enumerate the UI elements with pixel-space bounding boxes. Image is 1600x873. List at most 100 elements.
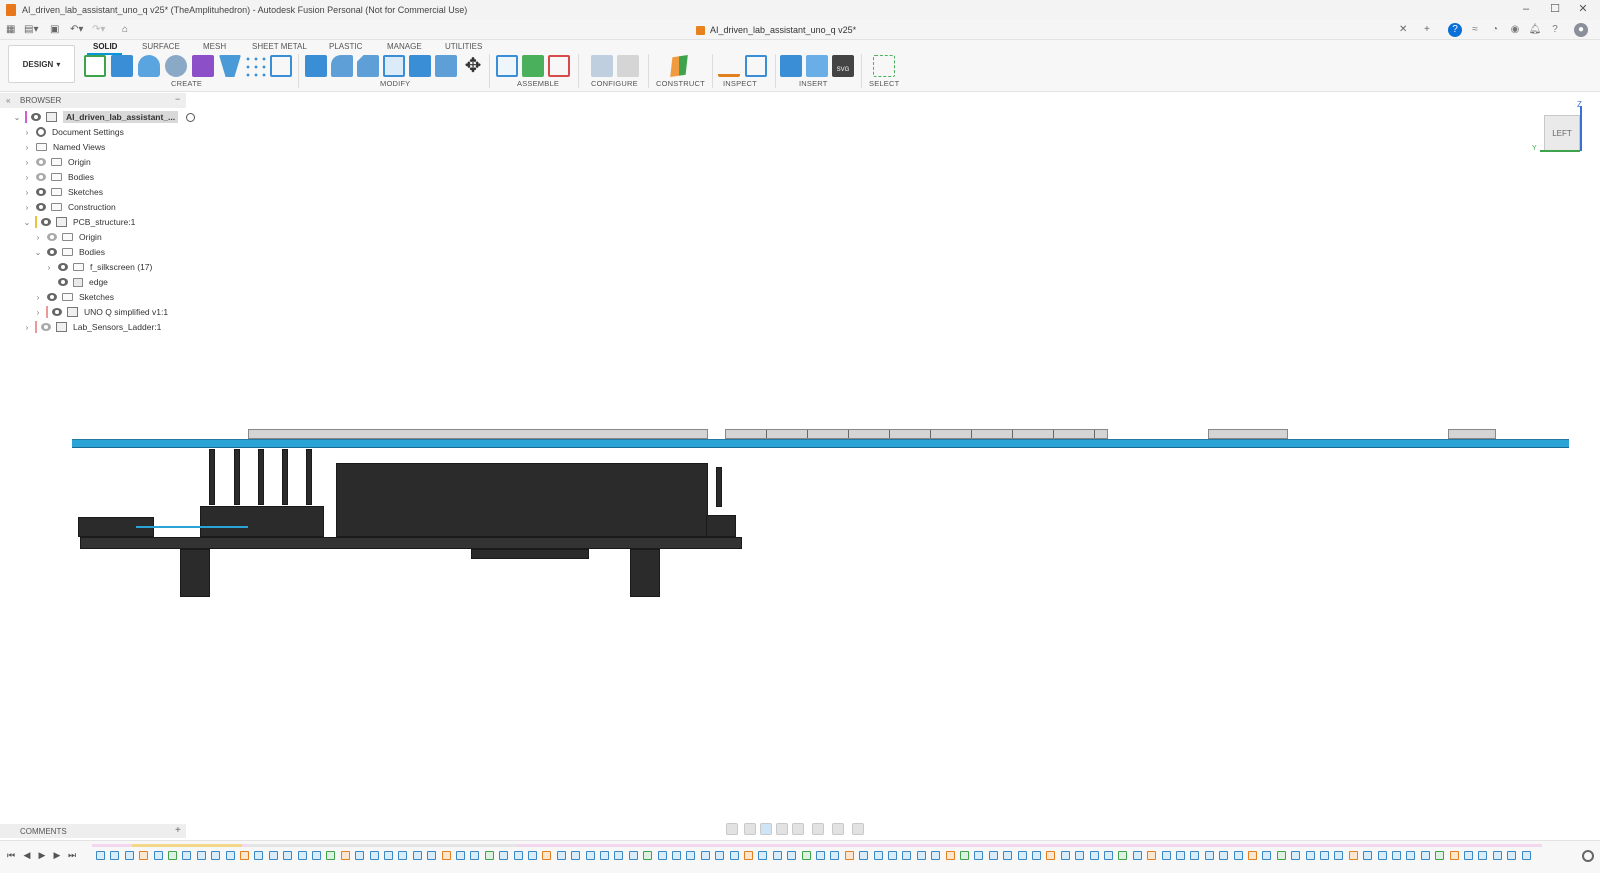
chevron-down-icon[interactable]: ⌄ <box>22 218 32 227</box>
timeline-feature-icon[interactable] <box>1118 851 1128 860</box>
timeline-feature-icon[interactable] <box>1147 851 1157 860</box>
timeline-feature-icon[interactable] <box>1291 851 1301 860</box>
model-viewport[interactable] <box>0 93 1600 823</box>
timeline-feature-icon[interactable] <box>1334 851 1344 860</box>
tree-item-pcb-structure[interactable]: ⌄ PCB_structure:1 <box>22 215 135 229</box>
new-component-icon[interactable] <box>496 55 518 77</box>
tree-item-edge[interactable]: edge <box>54 275 108 289</box>
tree-item-named-views[interactable]: › Named Views <box>22 140 106 154</box>
timeline-feature-icon[interactable] <box>988 851 998 860</box>
tab-plastic[interactable]: PLASTIC <box>329 42 362 51</box>
insert-derive-icon[interactable] <box>780 55 802 77</box>
help-blue-icon[interactable]: ? <box>1448 23 1462 37</box>
tree-item-uno-q[interactable]: › UNO Q simplified v1:1 <box>33 305 168 319</box>
timeline-feature-icon[interactable] <box>830 851 840 860</box>
collapse-panel-icon[interactable]: « <box>6 96 10 105</box>
timeline-feature-icon[interactable] <box>1478 851 1488 860</box>
timeline-feature-icon[interactable] <box>153 851 163 860</box>
timeline-feature-icon[interactable] <box>283 851 293 860</box>
timeline-feature-icon[interactable] <box>1435 851 1445 860</box>
grid-snaps-icon[interactable] <box>832 823 844 835</box>
save-icon[interactable]: ▣ <box>50 23 59 37</box>
redo-icon[interactable]: ↷▾ <box>92 23 105 37</box>
timeline-feature-icon[interactable] <box>844 851 854 860</box>
timeline-feature-icon[interactable] <box>686 851 696 860</box>
timeline-feature-icon[interactable] <box>1017 851 1027 860</box>
timeline-feature-icon[interactable] <box>441 851 451 860</box>
offset-plane-icon[interactable] <box>670 55 688 77</box>
timeline-feature-icon[interactable] <box>801 851 811 860</box>
timeline-feature-icon[interactable] <box>859 851 869 860</box>
extrude-icon[interactable] <box>111 55 133 77</box>
tab-manage[interactable]: MANAGE <box>387 42 422 51</box>
timeline-feature-icon[interactable] <box>715 851 725 860</box>
visibility-eye-icon[interactable] <box>30 113 42 121</box>
tree-root[interactable]: ⌄ AI_driven_lab_assistant_... <box>12 110 196 124</box>
timeline-feature-icon[interactable] <box>312 851 321 860</box>
help-icon[interactable]: ? <box>1548 23 1562 37</box>
display-settings-icon[interactable] <box>812 823 824 835</box>
timeline-feature-icon[interactable] <box>1046 851 1056 860</box>
measure-icon[interactable] <box>718 55 740 77</box>
visibility-eye-icon[interactable] <box>40 218 52 226</box>
joint-icon[interactable] <box>522 55 544 77</box>
view-cube-face[interactable]: LEFT <box>1552 129 1572 138</box>
close-tab-icon[interactable]: ✕ <box>1399 23 1407 37</box>
timeline-feature-icon[interactable] <box>268 851 278 860</box>
timeline-feature-icon[interactable] <box>614 851 624 860</box>
timeline-start-icon[interactable]: ⏮ <box>6 850 16 860</box>
timeline-feature-icon[interactable] <box>772 851 782 860</box>
timeline-feature-icon[interactable] <box>600 851 609 860</box>
timeline-feature-icon[interactable] <box>355 851 365 860</box>
timeline-feature-icon[interactable] <box>456 851 465 860</box>
chevron-right-icon[interactable]: › <box>22 143 32 152</box>
configure-icon[interactable] <box>591 55 613 77</box>
tab-utilities[interactable]: UTILITIES <box>445 42 482 51</box>
timeline-feature-icon[interactable] <box>729 851 739 860</box>
timeline-feature-icon[interactable] <box>1363 851 1373 860</box>
visibility-eye-icon[interactable] <box>46 233 58 241</box>
visibility-eye-icon[interactable] <box>35 173 47 181</box>
timeline-feature-icon[interactable] <box>139 851 149 860</box>
chevron-down-icon[interactable]: ⌄ <box>33 248 43 257</box>
online-icon[interactable]: ◉ <box>1508 23 1522 37</box>
as-built-joint-icon[interactable] <box>548 55 570 77</box>
group-inspect-label[interactable]: INSPECT <box>723 79 757 88</box>
timeline-feature-icon[interactable] <box>816 851 825 860</box>
timeline-feature-icon[interactable] <box>513 851 523 860</box>
tab-solid[interactable]: SOLID <box>93 42 117 51</box>
timeline-feature-icon[interactable] <box>1176 851 1185 860</box>
group-create-label[interactable]: CREATE <box>171 79 202 88</box>
chevron-right-icon[interactable]: › <box>33 308 43 317</box>
timeline-feature-icon[interactable] <box>556 851 566 860</box>
timeline-feature-icon[interactable] <box>369 851 379 860</box>
timeline-feature-icon[interactable] <box>902 851 912 860</box>
job-status-icon[interactable]: ◔ <box>1488 23 1502 37</box>
visibility-eye-icon[interactable] <box>46 293 58 301</box>
visibility-eye-icon[interactable] <box>35 203 47 211</box>
tab-sheet-metal[interactable]: SHEET METAL <box>252 42 307 51</box>
minimize-icon[interactable]: – <box>1519 2 1533 16</box>
group-modify-label[interactable]: MODIFY <box>380 79 410 88</box>
timeline-feature-icon[interactable] <box>528 851 537 860</box>
timeline-back-icon[interactable]: ◀ <box>22 850 32 860</box>
workspace-switcher-button[interactable]: DESIGN ▾ <box>8 45 75 83</box>
timeline-feature-icon[interactable] <box>1492 851 1502 860</box>
timeline-feature-icon[interactable] <box>225 851 235 860</box>
chevron-right-icon[interactable]: › <box>44 263 54 272</box>
visibility-eye-icon[interactable] <box>35 188 47 196</box>
orbit-icon[interactable] <box>726 823 738 835</box>
timeline-feature-icon[interactable] <box>398 851 408 860</box>
timeline-feature-icon[interactable] <box>1377 851 1387 860</box>
timeline-feature-icon[interactable] <box>340 851 350 860</box>
uno-q-side-connector[interactable] <box>706 515 736 537</box>
create-sketch-icon[interactable] <box>84 55 106 77</box>
timeline-feature-icon[interactable] <box>657 851 667 860</box>
chevron-right-icon[interactable]: › <box>22 173 32 182</box>
timeline-feature-icon[interactable] <box>931 851 941 860</box>
timeline-feature-icon[interactable] <box>1521 851 1531 860</box>
insert-svg-icon[interactable]: SVG <box>832 55 854 77</box>
visibility-eye-icon[interactable] <box>57 278 69 286</box>
timeline-feature-icon[interactable] <box>499 851 509 860</box>
notifications-icon[interactable]: 🔔︎ <box>1528 23 1542 37</box>
